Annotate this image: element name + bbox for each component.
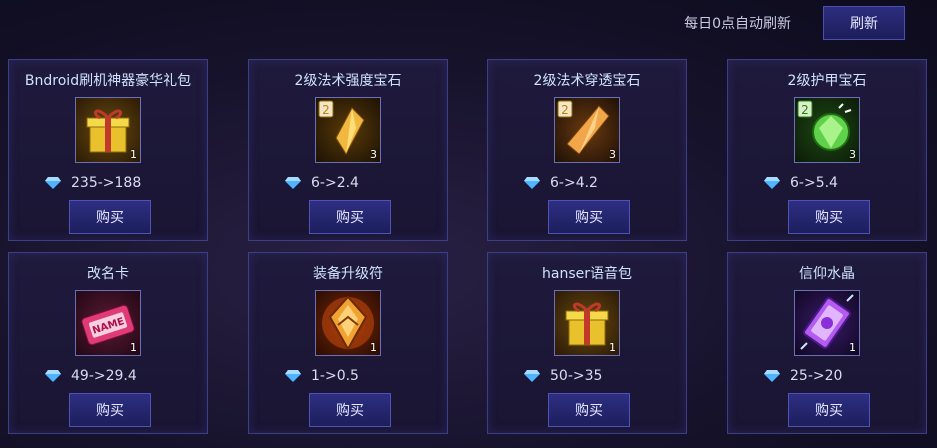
shop-item-card: Bndroid刷机神器豪华礼包 1 235->188 购买 <box>8 59 208 241</box>
item-name: hanser语音包 <box>542 266 632 282</box>
item-name: 信仰水晶 <box>799 266 855 282</box>
upgrade-rune-icon[interactable]: 1 <box>315 290 381 356</box>
buy-button[interactable]: 购买 <box>69 200 151 234</box>
refresh-button[interactable]: 刷新 <box>823 6 905 40</box>
price-row: 6->5.4 <box>764 175 838 191</box>
item-price: 235->188 <box>71 175 142 191</box>
spell-penetration-gem-icon[interactable]: 2 3 <box>554 97 620 163</box>
gem-level-badge: 2 <box>322 103 330 117</box>
item-count: 3 <box>609 148 616 161</box>
buy-button[interactable]: 购买 <box>788 200 870 234</box>
price-row: 235->188 <box>45 175 141 191</box>
item-name: 2级法术穿透宝石 <box>533 73 641 89</box>
item-price: 6->4.2 <box>550 175 598 191</box>
item-count: 3 <box>849 148 856 161</box>
diamond-icon <box>524 370 540 382</box>
buy-button[interactable]: 购买 <box>548 393 630 427</box>
gem-level-badge: 2 <box>561 103 569 117</box>
buy-button[interactable]: 购买 <box>309 200 391 234</box>
gift-box-icon[interactable]: 1 <box>75 97 141 163</box>
item-price: 1->0.5 <box>311 368 359 384</box>
item-count: 1 <box>130 148 137 161</box>
item-price: 25->20 <box>790 368 843 384</box>
rename-card-icon[interactable]: NAME 1 <box>75 290 141 356</box>
item-price: 50->35 <box>550 368 603 384</box>
item-name: 改名卡 <box>87 266 129 282</box>
buy-button[interactable]: 购买 <box>69 393 151 427</box>
item-count: 1 <box>849 341 856 354</box>
item-name: Bndroid刷机神器豪华礼包 <box>24 73 192 89</box>
item-count: 1 <box>609 341 616 354</box>
price-row: 49->29.4 <box>45 368 137 384</box>
diamond-icon <box>764 370 780 382</box>
price-row: 50->35 <box>524 368 602 384</box>
buy-button[interactable]: 购买 <box>548 200 630 234</box>
refresh-note: 每日0点自动刷新 <box>684 16 791 32</box>
shop-item-card: 装备升级符 1 1->0.5 购买 <box>248 252 448 434</box>
item-count: 1 <box>130 341 137 354</box>
diamond-icon <box>524 177 540 189</box>
shop-item-card: 2级护甲宝石 2 3 6->5.4 购买 <box>727 59 927 241</box>
item-name: 2级法术强度宝石 <box>294 73 402 89</box>
armor-gem-icon[interactable]: 2 3 <box>794 97 860 163</box>
gem-level-badge: 2 <box>801 103 809 117</box>
diamond-icon <box>45 370 61 382</box>
item-price: 6->5.4 <box>790 175 838 191</box>
shop-item-card: 信仰水晶 1 25->20 购买 <box>727 252 927 434</box>
faith-crystal-icon[interactable]: 1 <box>794 290 860 356</box>
buy-button[interactable]: 购买 <box>309 393 391 427</box>
item-count: 3 <box>370 148 377 161</box>
item-price: 49->29.4 <box>71 368 137 384</box>
price-row: 6->2.4 <box>285 175 359 191</box>
shop-item-card: hanser语音包 1 50->35 购买 <box>487 252 687 434</box>
item-price: 6->2.4 <box>311 175 359 191</box>
diamond-icon <box>285 370 301 382</box>
diamond-icon <box>285 177 301 189</box>
price-row: 1->0.5 <box>285 368 359 384</box>
price-row: 6->4.2 <box>524 175 598 191</box>
item-count: 1 <box>370 341 377 354</box>
shop-item-card: 2级法术强度宝石 2 3 6->2.4 购买 <box>248 59 448 241</box>
price-row: 25->20 <box>764 368 842 384</box>
shop-item-card: 2级法术穿透宝石 2 3 6->4.2 购买 <box>487 59 687 241</box>
diamond-icon <box>45 177 61 189</box>
spell-power-gem-icon[interactable]: 2 3 <box>315 97 381 163</box>
shop-header: 每日0点自动刷新 刷新 <box>684 6 905 40</box>
item-name: 装备升级符 <box>313 266 383 282</box>
gift-box-icon[interactable]: 1 <box>554 290 620 356</box>
item-name: 2级护甲宝石 <box>787 73 867 89</box>
diamond-icon <box>764 177 780 189</box>
shop-item-card: 改名卡 NAME 1 49->29.4 购买 <box>8 252 208 434</box>
buy-button[interactable]: 购买 <box>788 393 870 427</box>
